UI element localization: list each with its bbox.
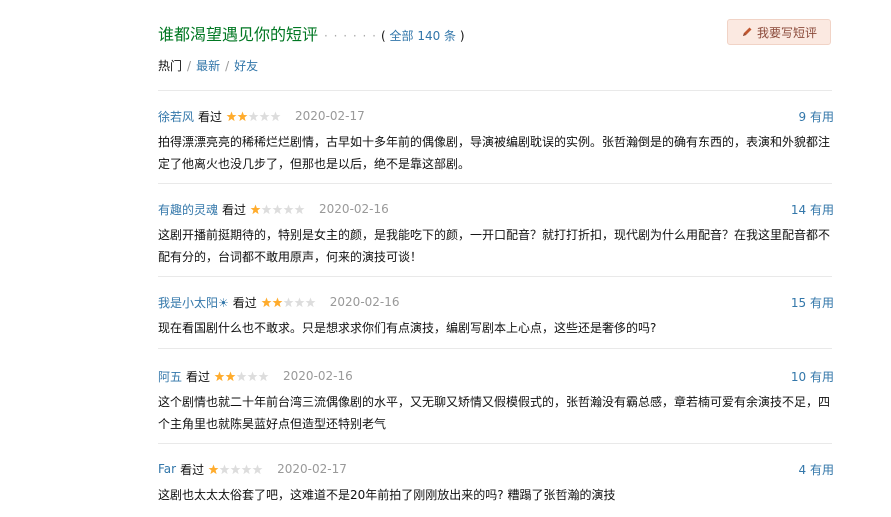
- comment-user[interactable]: 徐若风: [158, 108, 194, 125]
- divider: [158, 348, 832, 349]
- comment-text: 现在看国剧什么也不敢求。只是想求求你们有点演技，编剧写剧本上心点，这些还是奢侈的…: [158, 321, 657, 335]
- star-empty-icon: [259, 111, 270, 121]
- star-empty-icon: [305, 297, 316, 307]
- comment-item: 有趣的灵魂 看过 2020-02-16 14 有用 这剧开播前挺期待的，特别是女…: [158, 200, 834, 268]
- useful-votes[interactable]: 10 有用: [791, 368, 834, 385]
- star-empty-icon: [248, 111, 259, 121]
- comment-text: 这剧开播前挺期待的，特别是女主的颜，是我能吃下的颜，一开口配音？就打打折扣，现代…: [158, 228, 831, 264]
- comment-status: 看过: [198, 109, 223, 124]
- useful-votes[interactable]: 14 有用: [791, 201, 834, 218]
- section-header: 谁都渴望遇见你的短评 · · · · · · ( 全部 140 条 ): [158, 21, 465, 45]
- useful-votes[interactable]: 4 有用: [799, 461, 834, 478]
- title-dots: · · · · · ·: [324, 29, 377, 43]
- tab-separator: /: [187, 59, 192, 73]
- comments-page: 谁都渴望遇见你的短评 · · · · · · ( 全部 140 条 ) 我要写短…: [0, 0, 891, 517]
- rating-stars: [226, 111, 281, 122]
- star-empty-icon: [252, 464, 263, 474]
- star-empty-icon: [294, 297, 305, 307]
- rating-stars: [214, 371, 269, 382]
- star-empty-icon: [272, 204, 283, 214]
- comment-user[interactable]: 我是小太阳☀: [158, 294, 229, 311]
- comment-status: 看过: [186, 369, 211, 384]
- star-filled-icon: [225, 371, 236, 381]
- star-empty-icon: [219, 464, 230, 474]
- useful-votes[interactable]: 15 有用: [791, 294, 834, 311]
- comment-text: 这个剧情也就二十年前台湾三流偶像剧的水平，又无聊又矫情又假模假式的，张哲瀚没有霸…: [158, 395, 831, 431]
- comment-date: 2020-02-17: [277, 462, 347, 476]
- tab-hot[interactable]: 热门: [158, 59, 182, 73]
- star-filled-icon: [261, 297, 272, 307]
- write-comment-button[interactable]: 我要写短评: [727, 19, 831, 45]
- star-filled-icon: [226, 111, 237, 121]
- sort-tabs: 热门 / 最新 / 好友: [158, 57, 258, 74]
- divider: [158, 90, 832, 91]
- tab-separator: /: [225, 59, 230, 73]
- star-filled-icon: [214, 371, 225, 381]
- star-empty-icon: [261, 204, 272, 214]
- star-empty-icon: [230, 464, 241, 474]
- section-title: 谁都渴望遇见你的短评: [158, 25, 319, 44]
- star-empty-icon: [236, 371, 247, 381]
- comment-status: 看过: [222, 202, 247, 217]
- comment-date: 2020-02-17: [295, 109, 365, 123]
- tab-latest[interactable]: 最新: [196, 59, 220, 73]
- comment-user[interactable]: 有趣的灵魂: [158, 201, 218, 218]
- write-comment-label: 我要写短评: [756, 25, 817, 40]
- comment-status: 看过: [232, 295, 257, 310]
- comment-date: 2020-02-16: [329, 295, 400, 309]
- star-filled-icon: [272, 297, 283, 307]
- rating-stars: [250, 204, 305, 215]
- comment-user[interactable]: 阿五: [158, 368, 182, 385]
- comment-item: Far 看过 2020-02-17 4 有用 这剧也太太太俗套了吧，这难道不是2…: [158, 460, 834, 506]
- comment-item: 我是小太阳☀ 看过 2020-02-16 15 有用 现在看国剧什么也不敢求。只…: [158, 293, 834, 339]
- star-empty-icon: [241, 464, 252, 474]
- comment-status: 看过: [180, 462, 205, 477]
- star-empty-icon: [294, 204, 305, 214]
- comment-item: 徐若风 看过 2020-02-17 9 有用 拍得漂漂亮亮的稀稀烂烂剧情，古早如…: [158, 107, 834, 175]
- rating-stars: [261, 297, 316, 308]
- divider: [158, 276, 832, 277]
- star-empty-icon: [258, 371, 269, 381]
- comment-item: 阿五 看过 2020-02-16 10 有用 这个剧情也就二十年前台湾三流偶像剧…: [158, 367, 834, 435]
- pencil-icon: [742, 27, 752, 36]
- star-filled-icon: [208, 464, 219, 474]
- all-comments-link[interactable]: ( 全部 140 条 ): [381, 27, 465, 44]
- star-filled-icon: [237, 111, 248, 121]
- divider: [158, 443, 832, 444]
- star-empty-icon: [270, 111, 281, 121]
- comment-user[interactable]: Far: [158, 462, 176, 476]
- comment-text: 这剧也太太太俗套了吧，这难道不是20年前拍了刚刚放出来的吗? 糟蹋了张哲瀚的演技: [158, 488, 616, 502]
- close-paren: ): [459, 29, 465, 43]
- useful-votes[interactable]: 9 有用: [799, 108, 834, 125]
- tab-friends[interactable]: 好友: [234, 59, 258, 73]
- star-empty-icon: [283, 204, 294, 214]
- star-empty-icon: [247, 371, 258, 381]
- comment-text: 拍得漂漂亮亮的稀稀烂烂剧情，古早如十多年前的偶像剧，导演被编剧耽误的实例。张哲瀚…: [158, 135, 831, 171]
- comment-date: 2020-02-16: [283, 369, 353, 383]
- comment-date: 2020-02-16: [319, 202, 389, 216]
- rating-stars: [208, 464, 263, 475]
- star-filled-icon: [250, 204, 261, 214]
- open-paren: (: [380, 29, 386, 43]
- divider: [158, 183, 832, 184]
- all-comments-count[interactable]: 全部 140 条: [390, 29, 457, 43]
- star-empty-icon: [283, 297, 294, 307]
